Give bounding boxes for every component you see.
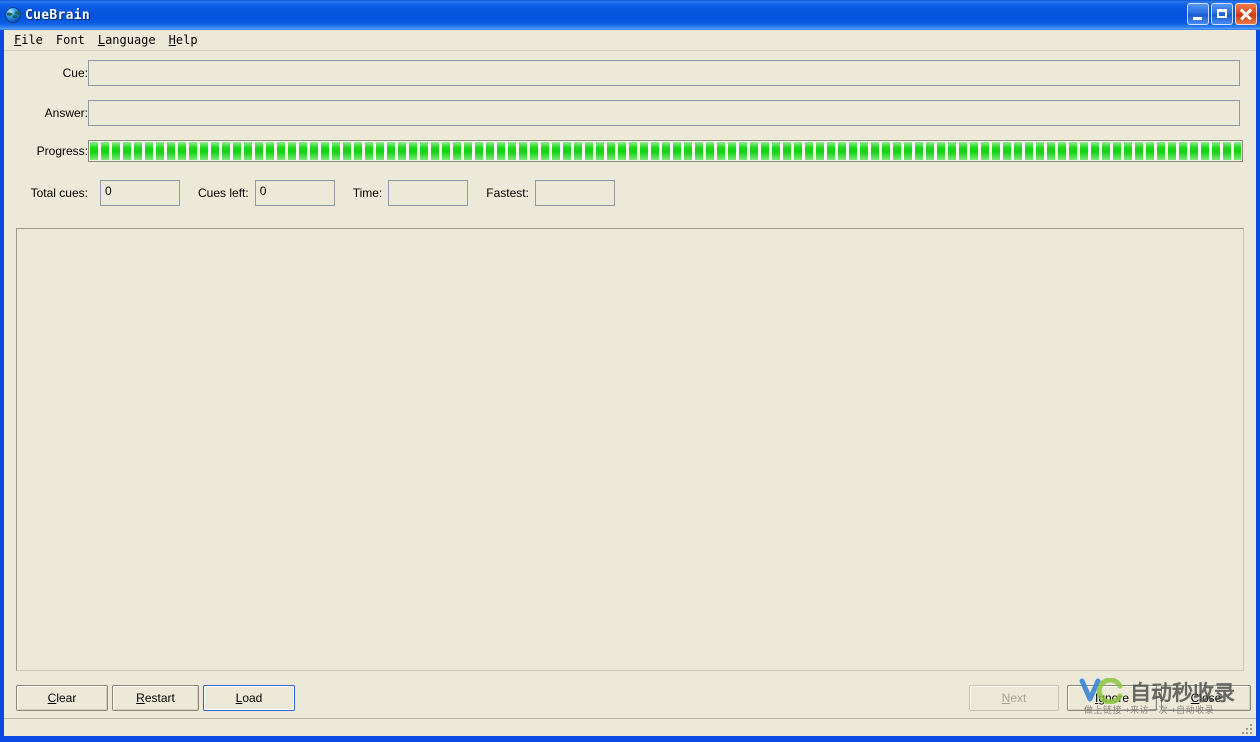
app-globe-icon xyxy=(5,7,21,23)
total-cues-value[interactable]: 0 xyxy=(100,180,180,206)
menu-help[interactable]: Help xyxy=(165,31,207,49)
button-bar: Clear Restart Load Next Ignore Close xyxy=(4,680,1256,720)
form-area: Cue: Answer: Progress: Total cues: 0 Cue… xyxy=(4,51,1256,243)
answer-input[interactable] xyxy=(88,100,1240,126)
progress-bar-fill xyxy=(90,142,1241,160)
answer-label: Answer: xyxy=(44,106,88,120)
history-panel[interactable] xyxy=(16,228,1244,671)
stats-row: Total cues: 0 Cues left: 0 Time: Fastest… xyxy=(4,180,615,206)
maximize-button[interactable] xyxy=(1211,3,1233,25)
progress-label: Progress: xyxy=(36,144,88,158)
progress-row: Progress: xyxy=(4,140,1243,162)
time-label: Time: xyxy=(352,186,383,200)
menu-font[interactable]: Font xyxy=(52,31,94,49)
answer-row: Answer: xyxy=(4,100,1240,126)
restart-button[interactable]: Restart xyxy=(112,685,199,711)
time-value[interactable] xyxy=(388,180,469,206)
cue-row: Cue: xyxy=(4,60,1240,86)
ignore-button[interactable]: Ignore xyxy=(1067,685,1157,711)
resize-grip[interactable] xyxy=(1241,721,1255,735)
window-title: CueBrain xyxy=(25,7,91,23)
cues-left-label: Cues left: xyxy=(198,186,249,200)
progress-bar xyxy=(88,140,1243,162)
menu-language[interactable]: Language xyxy=(94,31,165,49)
next-button[interactable]: Next xyxy=(969,685,1059,711)
cue-input[interactable] xyxy=(88,60,1240,86)
clear-button[interactable]: Clear xyxy=(16,685,108,711)
cues-left-value[interactable]: 0 xyxy=(254,180,335,206)
window-controls xyxy=(1187,3,1257,25)
fastest-label: Fastest: xyxy=(486,186,529,200)
menu-bar: File Font Language Help xyxy=(4,30,1256,51)
cue-label: Cue: xyxy=(62,66,88,80)
close-button[interactable]: Close xyxy=(1161,685,1251,711)
load-button[interactable]: Load xyxy=(203,685,295,711)
title-bar[interactable]: CueBrain xyxy=(0,0,1260,30)
menu-file[interactable]: File xyxy=(10,31,52,49)
application-window: CueBrain File Font Language Help Cue: An… xyxy=(0,0,1260,742)
status-bar xyxy=(4,718,1256,736)
close-window-button[interactable] xyxy=(1235,3,1257,25)
status-text xyxy=(4,719,1256,723)
fastest-value[interactable] xyxy=(534,180,615,206)
client-area: File Font Language Help Cue: Answer: Pro… xyxy=(4,30,1256,736)
minimize-button[interactable] xyxy=(1187,3,1209,25)
total-cues-label: Total cues: xyxy=(30,186,88,200)
